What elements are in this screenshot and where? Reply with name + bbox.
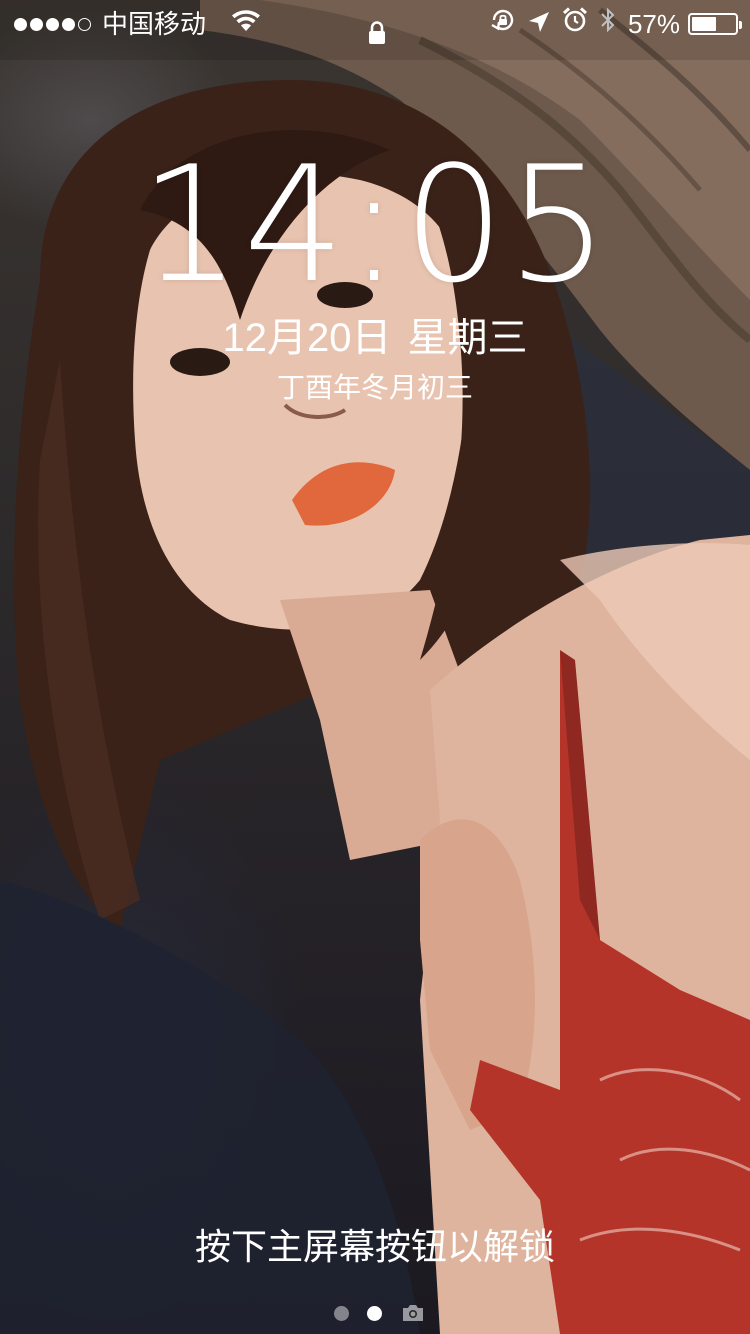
signal-dot-filled [30,17,43,31]
page-dot-active[interactable] [367,1305,382,1321]
signal-dot-empty [78,17,91,31]
lockscreen-date-row: 12月20日 星期三 [0,312,750,364]
lockscreen-weekday: 星期三 [407,316,528,360]
bluetooth-icon [600,0,616,48]
lockscreen-date: 12月20日 [222,316,392,360]
battery-percentage: 57% [627,9,680,39]
alarm-clock-icon [562,0,588,48]
signal-dot-filled [46,17,59,31]
rotation-lock-icon [490,0,516,48]
battery-icon [688,13,742,35]
location-arrow-icon [528,0,550,48]
status-bar: 中国移动 57% [0,0,750,48]
unlock-hint: 按下主屏幕按钮以解锁 [194,1226,555,1267]
battery-cap [739,21,742,29]
signal-dot-filled [14,17,27,31]
page-dot[interactable] [334,1305,349,1321]
lockscreen-lunar-date: 丁酉年冬月初三 [276,372,473,403]
lockscreen-time: 14:05 [139,131,611,318]
lock-icon [367,12,387,44]
status-bar-right: 57% [478,0,742,48]
signal-strength-indicator [14,17,94,31]
battery-level-fill [692,17,716,31]
camera-icon[interactable] [401,1303,425,1323]
page-indicator[interactable] [0,1298,750,1328]
wifi-icon [230,0,262,48]
carrier-name: 中国移动 [102,9,207,39]
status-bar-left: 中国移动 [14,0,262,48]
signal-dot-filled [62,17,75,31]
lock-screen: 中国移动 57% 14:05 12月20日 星期三 丁酉年冬月初三 按下主屏幕按… [0,0,750,1334]
